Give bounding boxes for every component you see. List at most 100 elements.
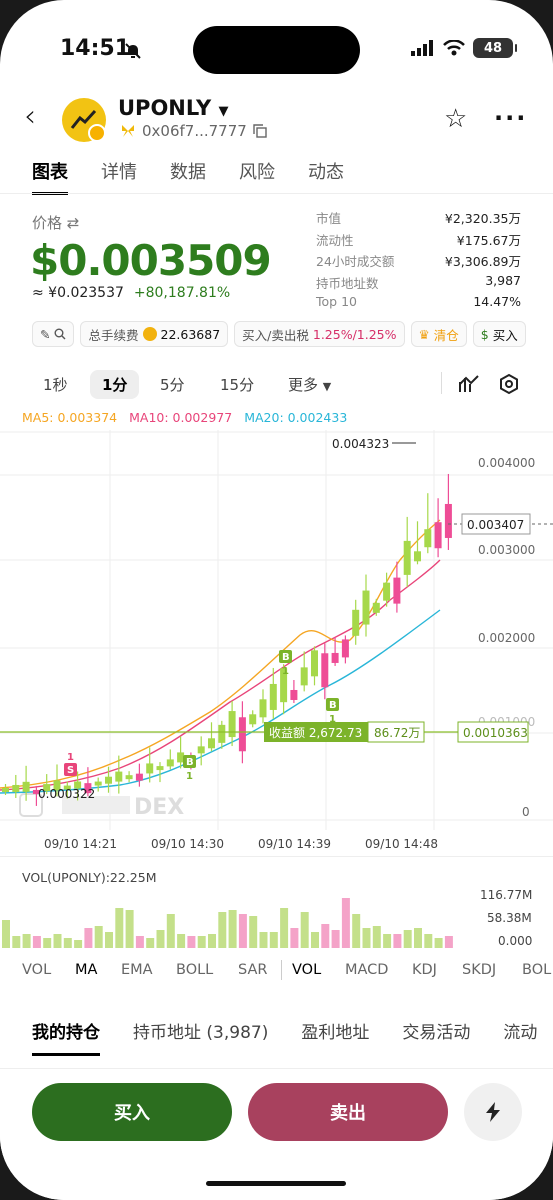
tab-profit-addresses[interactable]: 盈利地址 <box>301 1018 369 1056</box>
dynamic-island <box>193 26 360 74</box>
candle-body <box>249 714 257 725</box>
stat-row: 市值 ¥2,320.35万 <box>316 211 521 226</box>
candle-body <box>352 609 360 636</box>
buy-marker-label: B <box>186 757 194 768</box>
ind-kdj[interactable]: KDJ <box>412 962 437 978</box>
volume-bar <box>331 930 340 948</box>
ma10-line <box>0 559 441 791</box>
candle-body <box>156 766 164 771</box>
buy-chip[interactable]: $ 买入 <box>472 321 526 347</box>
y-tick: 0.003000 <box>478 543 535 557</box>
candle-body <box>166 759 174 767</box>
back-arrow-icon[interactable]: ‹ <box>24 102 36 132</box>
sell-button[interactable]: 卖出 <box>248 1083 448 1141</box>
token-name[interactable]: UPONLY ▼ <box>118 96 229 120</box>
search-icon[interactable] <box>54 328 66 340</box>
token-header: ‹ UPONLY ▼ 0x06f7...7777 ☆ ··· <box>0 90 553 150</box>
candle-body <box>331 652 339 663</box>
profit-value: 86.72万 <box>374 726 420 740</box>
buy-button[interactable]: 买入 <box>32 1083 232 1141</box>
swap-icon[interactable]: ⇄ <box>67 214 80 232</box>
signal-icon <box>411 40 433 56</box>
stat-row: 流动性 ¥175.67万 <box>316 232 521 248</box>
tf-5m[interactable]: 5分 <box>160 374 185 395</box>
candle-body <box>228 711 236 738</box>
tab-chart[interactable]: 图表 <box>32 158 68 195</box>
copy-icon[interactable] <box>253 124 267 138</box>
tab-risk[interactable]: 风险 <box>239 158 275 195</box>
tab-details[interactable]: 详情 <box>101 158 137 195</box>
volume-bar <box>434 938 443 948</box>
ind-macd[interactable]: MACD <box>345 962 388 978</box>
lightning-icon <box>486 1102 500 1122</box>
candle-body <box>146 763 154 774</box>
buy-marker-label: B <box>329 700 337 711</box>
tax-chip[interactable]: 买入/卖出税 1.25%/1.25% <box>234 321 405 347</box>
volume-bar <box>177 934 186 948</box>
quick-trade-button[interactable] <box>464 1083 522 1141</box>
ind-sar[interactable]: SAR <box>238 962 267 978</box>
price-value: $0.003509 <box>30 236 272 285</box>
volume-bar <box>238 914 247 948</box>
candle-body <box>383 582 391 601</box>
ind-ema[interactable]: EMA <box>121 962 153 978</box>
high-marker: 0.004323 <box>332 437 416 451</box>
volume-chart[interactable]: 116.77M 58.38M 0.000 <box>0 880 553 952</box>
edit-search-chip[interactable]: ✎ <box>32 321 75 347</box>
stats-panel: 市值 ¥2,320.35万 流动性 ¥175.67万 24小时成交额 ¥3,306.8… <box>316 208 521 316</box>
price-cny: ≈ ¥0.023537 <box>32 285 124 301</box>
ind-boll-sub[interactable]: BOL <box>522 962 551 978</box>
candle-body <box>321 653 329 688</box>
ind-vol[interactable]: VOL <box>22 962 51 978</box>
chart-gridlines <box>0 430 553 830</box>
candle-body <box>393 577 401 604</box>
tf-1m[interactable]: 1分 <box>90 370 140 399</box>
ind-ma[interactable]: MA <box>75 962 97 978</box>
tab-trade-activity[interactable]: 交易活动 <box>402 1018 470 1056</box>
candle-body <box>218 724 226 743</box>
price-chart[interactable]: 0.004000 0.003000 0.002000 0.001000 0 09… <box>0 430 553 850</box>
battery-indicator: 48 <box>473 38 517 58</box>
profit-label: 收益额 2,672.73 <box>269 726 362 740</box>
divider <box>441 372 442 394</box>
candle-body <box>414 551 421 562</box>
price-label: 价格 ⇄ <box>32 214 80 232</box>
marker-count: 1 <box>282 666 289 677</box>
tab-activity[interactable]: 动态 <box>308 158 344 195</box>
candle-body <box>424 529 432 548</box>
marker-count: 1 <box>329 714 336 725</box>
volume-bar <box>105 932 113 948</box>
bell-muted-icon <box>125 43 141 59</box>
leaf-icon[interactable]: ✎ <box>40 327 50 342</box>
settings-icon[interactable] <box>498 373 520 395</box>
tab-holders[interactable]: 持币地址 (3,987) <box>133 1018 268 1056</box>
stat-row: Top 10 14.47% <box>316 294 521 309</box>
indicator-icon[interactable] <box>458 374 480 394</box>
home-indicator <box>206 1181 346 1186</box>
avg-cost-value: 0.0010363 <box>463 726 528 740</box>
tf-15m[interactable]: 15分 <box>220 374 254 395</box>
clear-position-chip[interactable]: ♛ 清仓 <box>410 321 467 347</box>
indicator-bar: VOL MA EMA BOLL SAR VOL MACD KDJ SKDJ BO… <box>0 960 553 984</box>
tab-my-holdings[interactable]: 我的持仓 <box>32 1018 100 1056</box>
tf-1s[interactable]: 1秒 <box>43 374 68 395</box>
volume-bar <box>372 926 381 948</box>
tf-more[interactable]: 更多 ▼ <box>288 374 331 395</box>
volume-bar <box>352 914 361 948</box>
divider <box>0 193 553 194</box>
fee-chip[interactable]: 总手续费 22.63687 <box>80 321 229 347</box>
star-icon[interactable]: ☆ <box>444 104 467 134</box>
more-icon[interactable]: ··· <box>494 104 527 132</box>
status-bar: 14:51 48 <box>0 0 553 90</box>
ind-boll[interactable]: BOLL <box>176 962 213 978</box>
ind-skdj[interactable]: SKDJ <box>462 962 496 978</box>
tab-liquidity[interactable]: 流动 <box>503 1018 537 1056</box>
tab-data[interactable]: 数据 <box>170 158 206 195</box>
token-address[interactable]: 0x06f7...7777 <box>120 122 267 140</box>
ind-vol-sub[interactable]: VOL <box>292 962 321 978</box>
current-price-value: 0.003407 <box>467 518 524 532</box>
bag-icon: $ <box>480 326 489 342</box>
volume-bar <box>125 910 134 948</box>
candle-body <box>300 667 308 686</box>
volume-bar <box>12 936 21 948</box>
